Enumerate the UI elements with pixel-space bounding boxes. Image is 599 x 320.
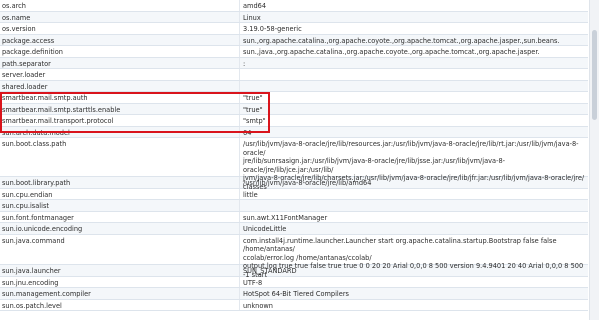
property-value: "smtp"	[243, 117, 266, 125]
property-key: sun.java.launcher	[0, 265, 240, 276]
property-value: "true"	[243, 105, 263, 114]
property-value: little	[243, 190, 258, 199]
property-row-shared-loader: shared.loader	[0, 80, 588, 92]
property-key: sun.arch.data.model	[0, 126, 240, 137]
property-row-sun-java-command: sun.java.command com.install4j.runtime.l…	[0, 234, 588, 279]
property-row-sun-cpu-isalist: sun.cpu.isalist	[0, 200, 588, 212]
property-key: server.loader	[0, 69, 240, 80]
property-key: sun.java.command	[0, 234, 240, 264]
property-key: sun.cpu.isalist	[0, 200, 240, 211]
property-row-sun-boot-library-path: sun.boot.library.path /usr/lib/jvm/java-…	[0, 177, 588, 189]
property-row-sun-boot-class-path: sun.boot.class.path /usr/lib/jvm/java-8-…	[0, 138, 588, 191]
property-row-os-version: os.version 3.19.0-58-generic	[0, 23, 588, 35]
property-value	[240, 200, 588, 202]
property-row-sun-os-patch-level: sun.os.patch.level unknown	[0, 299, 588, 311]
property-value: sun.,java.,org.apache.catalina.,org.apac…	[243, 48, 540, 56]
property-row-package-definition: package.definition sun.,java.,org.apache…	[0, 46, 588, 58]
property-row-sun-arch-data-model: sun.arch.data.model 64	[0, 126, 588, 138]
property-row-os-arch: os.arch amd64	[0, 0, 588, 12]
property-key: shared.loader	[0, 80, 240, 91]
property-row-sun-management-compiler: sun.management.compiler HotSpot 64-Bit T…	[0, 288, 588, 300]
property-key: sun.os.patch.level	[0, 299, 240, 310]
property-value: :	[243, 59, 246, 68]
property-value: SUN_STANDARD	[243, 267, 297, 275]
property-row-package-access: package.access sun.,org.apache.catalina.…	[0, 34, 588, 46]
property-key: os.version	[0, 23, 240, 34]
property-key: sun.boot.class.path	[0, 138, 240, 176]
property-key: sun.io.unicode.encoding	[0, 223, 240, 234]
property-value: sun.awt.X11FontManager	[243, 213, 328, 222]
property-value: 3.19.0-58-generic	[243, 25, 302, 33]
property-value: unknown	[243, 301, 273, 310]
property-row-os-name: os.name Linux	[0, 11, 588, 23]
property-value: amd64	[243, 2, 267, 10]
property-value: sun.,org.apache.catalina.,org.apache.coy…	[243, 36, 560, 45]
property-value: 64	[243, 128, 252, 137]
scrollbar-thumb[interactable]	[592, 30, 597, 120]
property-row-smartbear-mail-smtp-starttls-enable: smartbear.mail.smtp.starttls.enable "tru…	[0, 103, 588, 115]
property-key: smartbear.mail.smtp.auth	[0, 92, 240, 103]
property-value	[240, 69, 588, 71]
property-value: /usr/lib/jvm/java-8-oracle/jre/lib/amd64	[243, 179, 372, 187]
property-row-sun-jnu-encoding: sun.jnu.encoding UTF-8	[0, 276, 588, 288]
property-value: UTF-8	[243, 278, 263, 287]
property-value: Linux	[243, 13, 261, 22]
property-row-sun-cpu-endian: sun.cpu.endian little	[0, 188, 588, 200]
property-row-smartbear-mail-transport-protocol: smartbear.mail.transport.protocol "smtp"	[0, 115, 588, 127]
property-value	[240, 81, 588, 83]
property-key: package.definition	[0, 46, 240, 57]
property-value: UnicodeLittle	[243, 225, 287, 233]
property-row-server-loader: server.loader	[0, 69, 588, 81]
property-key: sun.cpu.endian	[0, 188, 240, 199]
system-properties-table: os.arch amd64 os.name Linux os.version 3…	[0, 0, 588, 311]
property-value: "true"	[243, 94, 263, 102]
property-key: sun.font.fontmanager	[0, 211, 240, 222]
property-row-sun-font-fontmanager: sun.font.fontmanager sun.awt.X11FontMana…	[0, 211, 588, 223]
property-row-sun-java-launcher: sun.java.launcher SUN_STANDARD	[0, 265, 588, 277]
property-key: smartbear.mail.smtp.starttls.enable	[0, 103, 240, 114]
property-row-sun-io-unicode-encoding: sun.io.unicode.encoding UnicodeLittle	[0, 223, 588, 235]
property-row-smartbear-mail-smtp-auth: smartbear.mail.smtp.auth "true"	[0, 92, 588, 104]
property-key: sun.management.compiler	[0, 288, 240, 299]
property-key: sun.jnu.encoding	[0, 276, 240, 287]
property-row-path-separator: path.separator :	[0, 57, 588, 69]
property-key: package.access	[0, 34, 240, 45]
property-key: smartbear.mail.transport.protocol	[0, 115, 240, 126]
vertical-scrollbar[interactable]	[589, 0, 599, 320]
property-value: HotSpot 64-Bit Tiered Compilers	[243, 290, 349, 298]
property-key: os.arch	[0, 0, 240, 11]
property-key: sun.boot.library.path	[0, 177, 240, 188]
property-key: os.name	[0, 11, 240, 22]
property-key: path.separator	[0, 57, 240, 68]
